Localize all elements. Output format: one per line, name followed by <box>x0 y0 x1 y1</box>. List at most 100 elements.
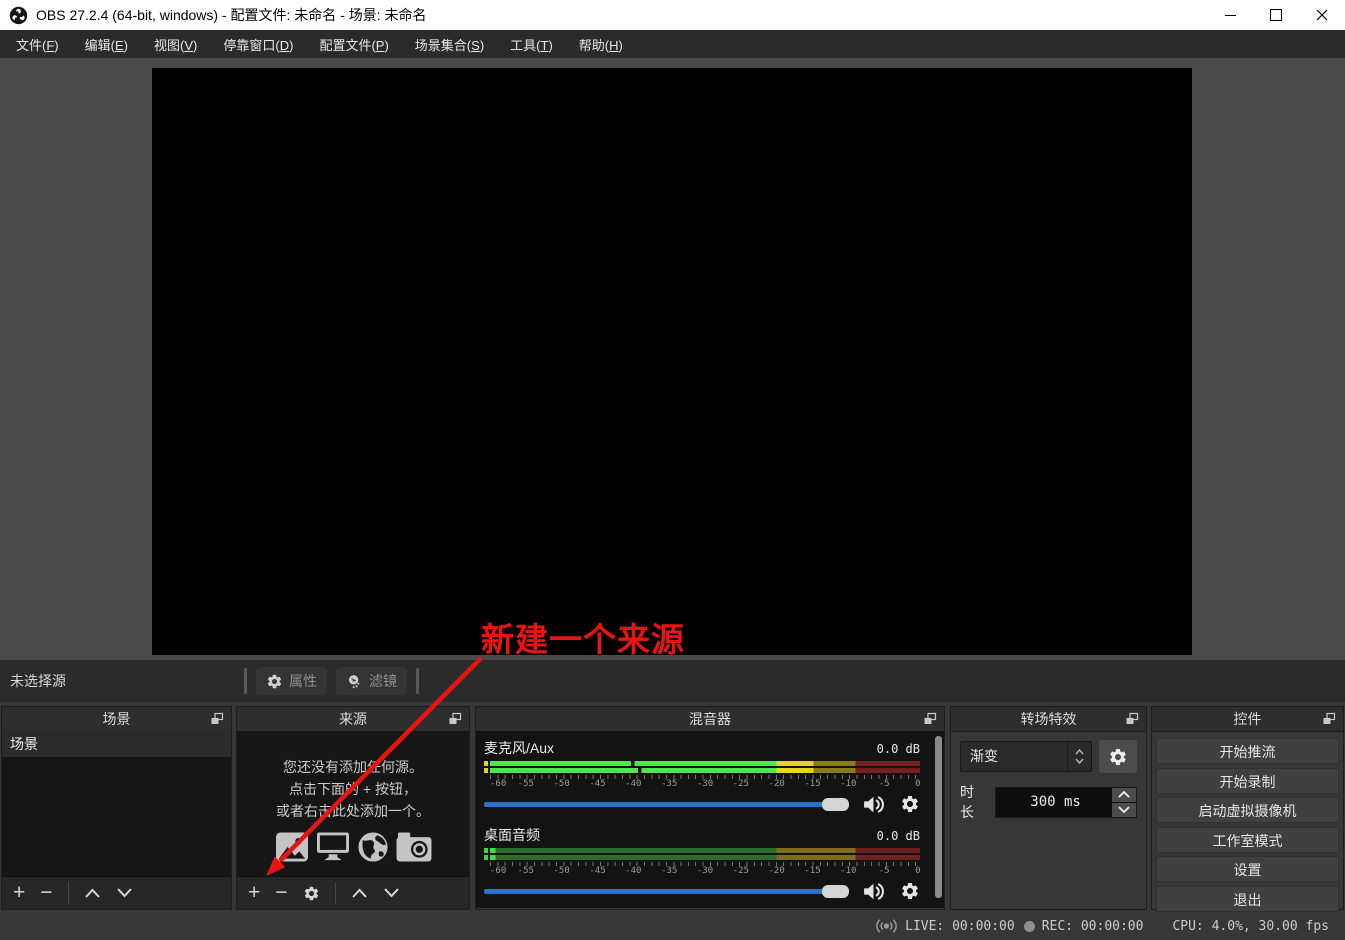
live-time: LIVE: 00:00:00 <box>905 918 1015 934</box>
popout-icon[interactable] <box>923 712 937 726</box>
db-scale-label: 0 <box>915 866 921 876</box>
duration-label: 时长 <box>960 784 974 820</box>
transitions-body: 渐变 时长 300 ms <box>951 732 1146 830</box>
mixer-panel-header[interactable]: 混音器 <box>476 707 944 732</box>
duration-increase-button[interactable] <box>1112 787 1136 802</box>
db-scale-label: -25 <box>732 866 749 876</box>
browser-source-icon <box>357 831 388 862</box>
camera-source-icon <box>396 832 431 861</box>
menu-item[interactable]: 场景集合(S) <box>402 30 497 59</box>
popout-icon[interactable] <box>210 712 224 726</box>
duration-input[interactable]: 300 ms <box>995 786 1137 818</box>
volume-slider-handle[interactable] <box>822 798 849 811</box>
control-button[interactable]: 工作室模式 <box>1156 826 1339 853</box>
transitions-panel-header[interactable]: 转场特效 <box>951 707 1146 732</box>
empty-text-line: 点击下面的 + 按钮， <box>289 780 417 797</box>
channel-db-value: 0.0 dB <box>876 742 920 756</box>
chevron-down-icon <box>1118 806 1130 813</box>
chevron-up-icon <box>1075 749 1084 755</box>
sources-empty-state[interactable]: 您还没有添加任何源。 点击下面的 + 按钮， 或者右击此处添加一个。 <box>237 731 469 877</box>
sources-panel: 来源 您还没有添加任何源。 点击下面的 + 按钮， 或者右击此处添加一个。 + … <box>236 706 470 910</box>
volume-slider-handle[interactable] <box>822 885 849 898</box>
source-type-icons <box>274 831 433 863</box>
move-source-down-button[interactable] <box>383 888 400 898</box>
title-bar: OBS 27.2.4 (64-bit, windows) - 配置文件: 未命名… <box>0 0 1345 30</box>
volume-meter <box>484 855 920 860</box>
source-properties-gear-icon[interactable] <box>303 885 320 902</box>
scene-list[interactable]: 场景 <box>2 731 231 877</box>
transition-select-spinner[interactable] <box>1067 742 1091 771</box>
controls-body: 开始推流开始录制启动虚拟摄像机 工作室模式设置退出 <box>1152 732 1343 921</box>
db-scale-label: -40 <box>625 866 642 876</box>
preview-area <box>0 58 1345 660</box>
properties-label: 属性 <box>289 673 317 689</box>
controls-panel-header[interactable]: 控件 <box>1152 707 1343 732</box>
menu-item[interactable]: 配置文件(P) <box>306 30 401 59</box>
move-source-up-button[interactable] <box>351 888 368 898</box>
speaker-icon[interactable] <box>862 794 887 815</box>
scene-list-item-selected[interactable]: 场景 <box>2 731 231 757</box>
move-scene-down-button[interactable] <box>116 888 133 898</box>
channel-settings-gear-icon[interactable] <box>900 794 920 814</box>
menu-item[interactable]: 视图(V) <box>141 30 210 59</box>
controls-panel-title: 控件 <box>1233 711 1262 727</box>
filters-button[interactable]: 滤镜 <box>336 667 407 695</box>
control-button[interactable]: 退出 <box>1156 885 1339 912</box>
scenes-panel-header[interactable]: 场景 <box>2 707 231 732</box>
source-toolbar: 未选择源 属性 滤镜 <box>0 660 1345 702</box>
speaker-icon[interactable] <box>862 881 887 902</box>
db-scale-labels: -60 -55 -50 -45 -40 -35 -30 -25 -20 -15 -10 -5 0 <box>490 866 921 877</box>
control-button[interactable]: 开始推流 <box>1156 738 1339 764</box>
control-button[interactable]: 设置 <box>1156 856 1339 882</box>
meter-bar <box>490 761 920 766</box>
transition-select[interactable]: 渐变 <box>960 741 1092 772</box>
menu-item[interactable]: 编辑(E) <box>72 30 141 59</box>
remove-source-button[interactable]: − <box>275 882 287 903</box>
menu-item[interactable]: 工具(T) <box>497 30 566 59</box>
maximize-button[interactable] <box>1253 0 1299 30</box>
toolbar-handle[interactable] <box>244 668 247 694</box>
duration-decrease-button[interactable] <box>1112 802 1136 817</box>
move-scene-up-button[interactable] <box>84 888 101 898</box>
volume-slider[interactable] <box>484 879 849 903</box>
volume-slider[interactable] <box>484 792 849 816</box>
scenes-footer-toolbar: + − <box>2 876 231 909</box>
add-scene-button[interactable]: + <box>13 882 25 903</box>
volume-slider-track <box>484 802 849 807</box>
channel-name: 麦克风/Aux <box>484 740 555 756</box>
controls-panel: 控件 开始推流开始录制启动虚拟摄像机 工作室模式设置退出 <box>1151 706 1344 912</box>
toolbar-handle[interactable] <box>416 668 419 694</box>
menu-item[interactable]: 停靠窗口(D) <box>210 30 306 59</box>
menu-item[interactable]: 帮助(H) <box>566 30 636 59</box>
control-button[interactable]: 启动虚拟摄像机 <box>1156 797 1339 823</box>
transition-settings-button[interactable] <box>1099 740 1137 773</box>
menu-item[interactable]: 文件(F) <box>3 30 72 59</box>
mixer-scrollbar-thumb[interactable] <box>935 736 942 898</box>
add-source-button[interactable]: + <box>248 882 260 903</box>
meter-bar <box>490 768 920 773</box>
meter-bar <box>490 848 920 853</box>
annotation-text: 新建一个来源 <box>481 621 685 658</box>
db-scale-label: -10 <box>840 866 857 876</box>
rec-status: REC: 00:00:00 <box>1023 919 1143 934</box>
properties-button[interactable]: 属性 <box>256 667 327 695</box>
sources-empty-text: 您还没有添加任何源。 点击下面的 + 按钮， 或者右击此处添加一个。 <box>276 756 430 822</box>
image-source-icon <box>275 831 308 862</box>
db-scale-label: -40 <box>625 779 642 789</box>
control-button[interactable]: 开始录制 <box>1156 767 1339 794</box>
sources-footer-toolbar: + − <box>237 876 469 909</box>
mixer-scrollbar[interactable] <box>935 734 942 904</box>
close-button[interactable] <box>1299 0 1345 30</box>
sources-panel-header[interactable]: 来源 <box>237 707 469 732</box>
minimize-button[interactable] <box>1207 0 1253 30</box>
obs-logo-icon <box>9 6 28 24</box>
remove-scene-button[interactable]: − <box>40 882 52 903</box>
preview-canvas[interactable] <box>152 68 1192 655</box>
volume-meter <box>484 761 920 766</box>
close-icon <box>1316 9 1328 21</box>
cpu-fps-stats: CPU: 4.0%, 30.00 fps <box>1172 918 1329 934</box>
channel-settings-gear-icon[interactable] <box>900 881 920 901</box>
popout-icon[interactable] <box>1125 712 1139 726</box>
popout-icon[interactable] <box>448 712 462 726</box>
popout-icon[interactable] <box>1322 712 1336 726</box>
